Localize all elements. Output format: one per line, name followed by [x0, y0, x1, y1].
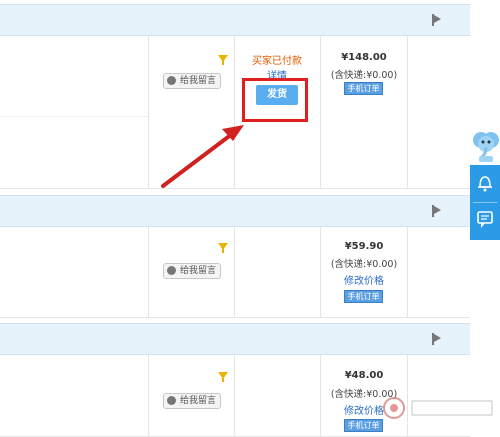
chat-icon: [477, 211, 493, 228]
notification-button[interactable]: [470, 165, 500, 201]
annotation-arrow: [161, 125, 244, 188]
watermark-logo: [383, 397, 493, 419]
side-toolbar: [470, 165, 500, 240]
elephant-mascot-icon[interactable]: [472, 130, 500, 164]
chat-button[interactable]: [470, 203, 500, 239]
bell-icon: [478, 176, 492, 192]
